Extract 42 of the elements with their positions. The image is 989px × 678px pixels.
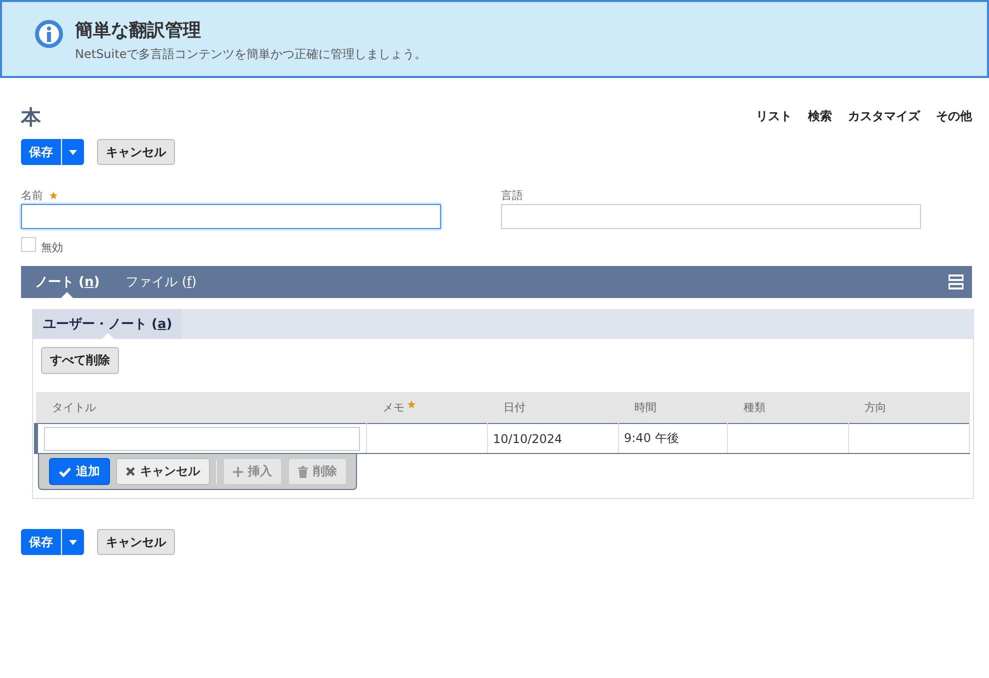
subtab[interactable]: ユーザー・ノート (a) (33, 309, 182, 339)
cancel-row-button[interactable]: キャンセル (116, 458, 210, 485)
column-header: 時間 (618, 392, 728, 424)
cancel-button[interactable]: キャンセル (97, 529, 175, 555)
nav-link[interactable]: カスタマイズ (848, 108, 920, 125)
caret-icon (69, 150, 77, 154)
save-button[interactable]: 保存 (21, 529, 61, 555)
field-label: 名前 (21, 188, 43, 202)
column-header: 種類 (728, 392, 848, 424)
save-split-button[interactable]: 保存 (21, 529, 84, 555)
add-row-button[interactable]: 追加 (49, 458, 110, 485)
save-button[interactable]: 保存 (21, 139, 61, 165)
x-icon (126, 467, 135, 476)
trash-icon (298, 466, 308, 478)
column-header: メモ (366, 392, 488, 424)
column-header: 日付 (488, 392, 618, 424)
field-label: 言語 (501, 188, 523, 202)
tab[interactable]: ノート (n) (35, 266, 100, 298)
column-header: タイトル (36, 392, 366, 424)
plus-icon (233, 466, 243, 476)
cancel-button[interactable]: キャンセル (97, 139, 175, 165)
nav-link[interactable]: 検索 (808, 108, 832, 125)
table-cell: 9:40 午後 (618, 424, 728, 454)
banner-message: NetSuiteで多言語コンテンツを簡単かつ正確に管理しましょう。 (75, 46, 427, 63)
text-field[interactable] (501, 204, 921, 229)
remove-all-button[interactable]: すべて削除 (41, 347, 119, 374)
check-icon (59, 466, 71, 476)
title-input[interactable] (44, 426, 360, 450)
column-header: 方向 (848, 392, 970, 424)
nav-link[interactable]: その他 (936, 108, 972, 125)
info-icon (35, 20, 63, 48)
checkbox-label: 無効 (41, 240, 63, 255)
checkbox[interactable] (21, 237, 36, 252)
nav-link[interactable]: リスト (756, 108, 792, 125)
layout-icon[interactable] (948, 274, 964, 290)
text-field[interactable] (21, 204, 441, 229)
tab[interactable]: ファイル (f) (126, 266, 197, 298)
table-cell: 10/10/2024 (488, 424, 618, 454)
page-title: 本 (21, 104, 41, 131)
save-split-button[interactable]: 保存 (21, 139, 84, 165)
caret-icon (69, 540, 77, 544)
banner-title: 簡単な翻訳管理 (75, 19, 202, 42)
